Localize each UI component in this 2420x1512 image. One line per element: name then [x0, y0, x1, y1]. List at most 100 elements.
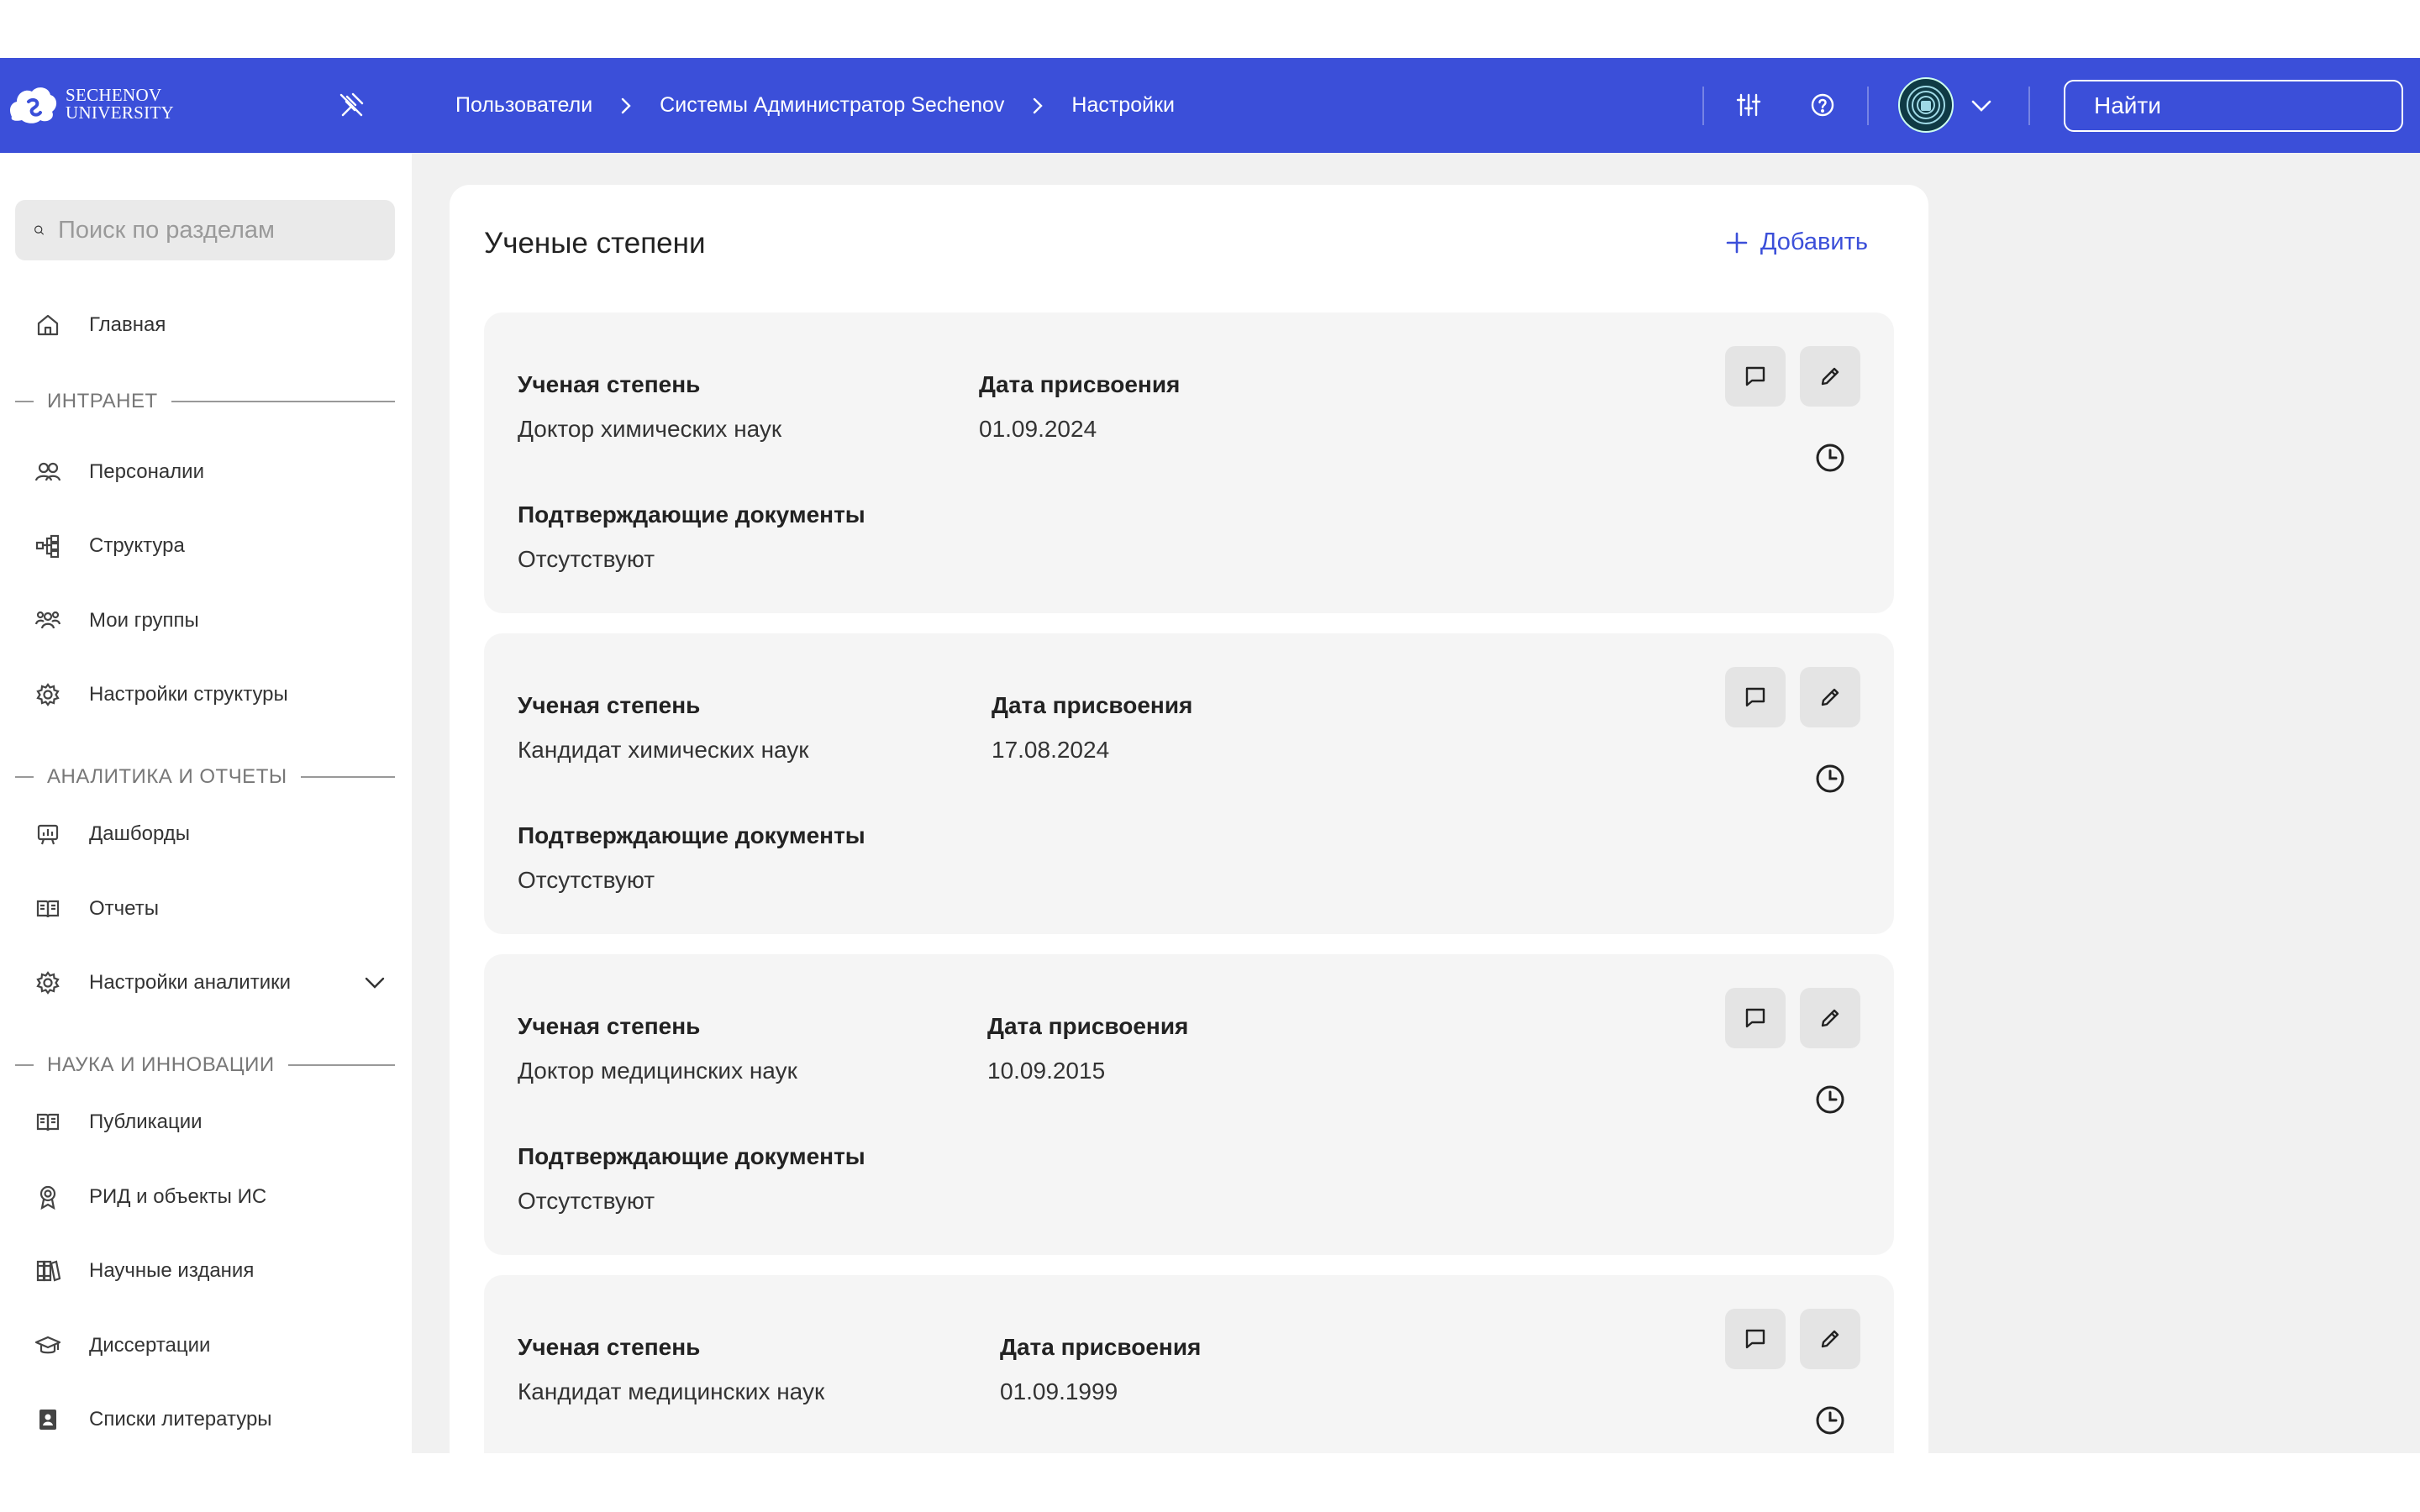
date-label: Дата присвоения: [979, 371, 1181, 397]
chevron-right-icon: [618, 96, 634, 116]
fingerprint-icon: [1907, 86, 1945, 124]
sidebar-item-structure-settings[interactable]: Настройки структуры: [34, 674, 387, 716]
chevron-down-icon[interactable]: [363, 973, 387, 993]
breadcrumb-settings[interactable]: Настройки: [1071, 93, 1175, 118]
date-value: 17.08.2024: [992, 737, 1110, 763]
unpin-icon[interactable]: [336, 90, 366, 120]
chevron-down-icon[interactable]: [1969, 95, 1994, 117]
degree-value: Доктор химических наук: [518, 416, 782, 442]
comment-icon: [1745, 1329, 1765, 1349]
degree-label: Ученая степень: [518, 1334, 701, 1360]
sidebar-item-ip[interactable]: РИД и объекты ИС: [34, 1176, 387, 1218]
docs-value: Отсутствуют: [518, 1188, 655, 1214]
pencil-icon: [1821, 688, 1839, 706]
sidebar-item-my-groups[interactable]: Мои группы: [34, 600, 387, 642]
sechenov-logo[interactable]: SECHENOV UNIVERSITY: [7, 83, 174, 125]
pencil-icon: [1821, 1330, 1839, 1348]
degree-card: Ученая степень Кандидат медицинских наук…: [484, 1275, 1894, 1453]
clock-icon: [1816, 1085, 1844, 1114]
logo-line-2: UNIVERSITY: [66, 102, 174, 123]
people-icon: [34, 458, 62, 486]
sidebar: Главная ИНТРАНЕТ Персоналии Структура Мо…: [0, 153, 412, 1453]
sidebar-item-journals[interactable]: Научные издания: [34, 1250, 387, 1292]
clock-icon: [1816, 1406, 1844, 1435]
help-button[interactable]: [1806, 88, 1839, 122]
help-icon: [1811, 93, 1834, 117]
section-science: НАУКА И ИННОВАЦИИ: [15, 1053, 395, 1078]
comment-button[interactable]: [1725, 988, 1786, 1048]
graduation-cap-icon: [34, 1331, 62, 1360]
gear-icon: [34, 680, 62, 709]
clock-icon: [1816, 764, 1844, 793]
sidebar-item-dissertations[interactable]: Диссертации: [34, 1325, 387, 1367]
edit-button[interactable]: [1800, 346, 1860, 407]
degree-label: Ученая степень: [518, 692, 701, 718]
dashboard-icon: [34, 820, 62, 848]
divider: [2028, 87, 2030, 125]
date-value: 01.09.1999: [1000, 1378, 1118, 1404]
date-label: Дата присвоения: [992, 692, 1193, 718]
comment-button[interactable]: [1725, 346, 1786, 407]
comment-icon: [1745, 687, 1765, 707]
award-icon: [34, 1183, 62, 1211]
edit-button[interactable]: [1800, 988, 1860, 1048]
sidebar-item-reports[interactable]: Отчеты: [34, 888, 387, 930]
divider: [1867, 87, 1869, 125]
filters-button[interactable]: [1732, 88, 1765, 122]
history-button[interactable]: [1813, 1404, 1847, 1437]
comment-icon: [1745, 366, 1765, 386]
sidebar-item-people[interactable]: Персоналии: [34, 451, 387, 493]
degree-label: Ученая степень: [518, 371, 701, 397]
sidebar-item-bibliography[interactable]: Списки литературы: [34, 1399, 387, 1441]
books-icon: [34, 1257, 62, 1285]
breadcrumb-admin[interactable]: Системы Администратор Sechenov: [660, 93, 1004, 118]
gear-icon: [34, 969, 62, 997]
contacts-book-icon: [34, 1405, 62, 1434]
date-value: 01.09.2024: [979, 416, 1097, 442]
breadcrumb-users[interactable]: Пользователи: [455, 93, 592, 118]
degrees-panel: Ученые степени Добавить Ученая степень Д…: [450, 185, 1928, 1453]
history-button[interactable]: [1813, 441, 1847, 475]
history-button[interactable]: [1813, 1083, 1847, 1116]
comment-button[interactable]: [1725, 1309, 1786, 1369]
section-search: [15, 200, 395, 260]
sidebar-item-analytics-settings[interactable]: Настройки аналитики: [34, 962, 387, 1004]
page-title: Ученые степени: [484, 227, 706, 260]
groups-icon: [34, 606, 62, 635]
comment-icon: [1745, 1008, 1765, 1028]
top-bar: SECHENOV UNIVERSITY Пользователи Системы…: [0, 58, 2420, 153]
section-intranet: ИНТРАНЕТ: [15, 389, 395, 414]
pencil-icon: [1821, 367, 1839, 386]
section-search-input[interactable]: [56, 215, 376, 245]
add-button-label: Добавить: [1760, 228, 1868, 255]
date-label: Дата присвоения: [1000, 1334, 1202, 1360]
degree-value: Кандидат медицинских наук: [518, 1378, 825, 1404]
book-icon: [34, 1108, 62, 1137]
edit-button[interactable]: [1800, 1309, 1860, 1369]
date-value: 10.09.2015: [987, 1058, 1106, 1084]
search-icon: [34, 225, 44, 235]
edit-button[interactable]: [1800, 667, 1860, 727]
avatar[interactable]: [1898, 77, 1954, 133]
pencil-icon: [1821, 1009, 1839, 1027]
degree-card: Ученая степень Доктор химических наук Да…: [484, 312, 1894, 613]
history-button[interactable]: [1813, 762, 1847, 795]
sidebar-item-publications[interactable]: Публикации: [34, 1101, 387, 1143]
home-icon: [34, 311, 62, 339]
chevron-right-icon: [1029, 96, 1046, 116]
degree-card: Ученая степень Доктор медицинских наук Д…: [484, 954, 1894, 1255]
section-analytics: АНАЛИТИКА И ОТЧЕТЫ: [15, 764, 395, 790]
book-icon: [34, 895, 62, 923]
comment-button[interactable]: [1725, 667, 1786, 727]
global-search-input[interactable]: [2092, 92, 2399, 120]
degree-card: Ученая степень Кандидат химических наук …: [484, 633, 1894, 934]
sidebar-item-dashboards[interactable]: Дашборды: [34, 813, 387, 855]
sidebar-item-home[interactable]: Главная: [34, 304, 387, 346]
add-button[interactable]: Добавить: [1725, 228, 1868, 256]
date-label: Дата присвоения: [987, 1013, 1189, 1039]
logo-line-1: SECHENOV: [66, 85, 162, 105]
sidebar-item-structure[interactable]: Структура: [34, 525, 387, 567]
logo-emblem-icon: [10, 87, 57, 123]
clock-icon: [1816, 444, 1844, 472]
docs-value: Отсутствуют: [518, 546, 655, 572]
